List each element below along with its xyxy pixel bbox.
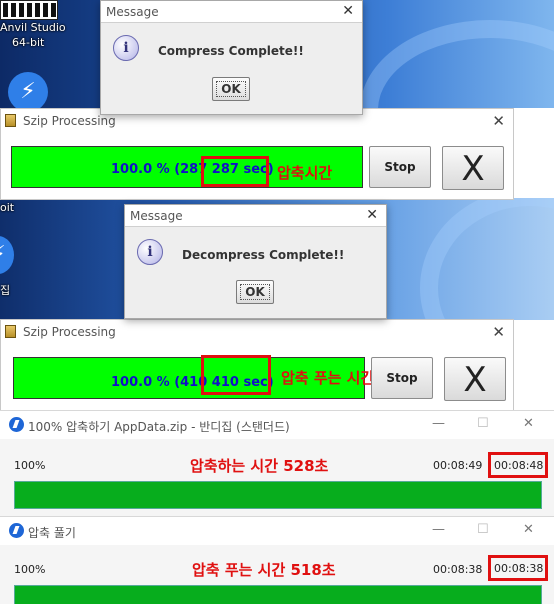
bandizip-extract-window: 압축 풀기 — ☐ ✕ 100% 압축 푸는 시간 518초 00:08:38 …: [0, 516, 554, 604]
remaining-time: 00:08:38: [494, 562, 544, 575]
message-dialog-compress: Message ✕ i Compress Complete!! OK: [100, 0, 363, 115]
maximize-icon[interactable]: ☐: [477, 522, 489, 537]
dialog-message: Decompress Complete!!: [182, 248, 345, 262]
dialog-titlebar[interactable]: Message ✕: [125, 205, 386, 227]
highlight-box: [201, 156, 269, 187]
dialog-title: Message: [130, 209, 183, 223]
bandizip-app-icon[interactable]: ⚡: [8, 72, 48, 108]
elapsed-time: 00:08:38: [433, 563, 483, 576]
szip-processing-window-compress: Szip Processing ✕ 100.0 % (287 287 sec) …: [0, 108, 514, 200]
stop-button[interactable]: Stop: [371, 357, 433, 399]
szip-processing-window-decompress: Szip Processing ✕ 100.0 % (410 410 sec) …: [0, 319, 514, 411]
percent-label: 100%: [14, 459, 46, 472]
window-title: Szip Processing: [23, 325, 116, 339]
message-dialog-decompress: Message ✕ i Decompress Complete!! OK: [124, 204, 387, 319]
desktop-icon-label: oit: [0, 201, 15, 214]
close-icon[interactable]: ✕: [342, 3, 354, 19]
close-icon[interactable]: ✕: [523, 416, 534, 431]
highlight-box: [201, 355, 271, 395]
window-title: Szip Processing: [23, 114, 116, 128]
annotation-label: 압축시간: [277, 164, 333, 182]
annotation-label: 압축하는 시간 528초: [190, 457, 329, 475]
percent-label: 100%: [14, 563, 46, 576]
minimize-icon[interactable]: —: [432, 416, 445, 431]
dialog-title: Message: [106, 5, 159, 19]
wallpaper-swirl: [420, 198, 554, 320]
ok-button[interactable]: OK: [236, 280, 274, 304]
window-titlebar[interactable]: 압축 풀기 — ☐ ✕: [0, 517, 554, 545]
dialog-titlebar[interactable]: Message ✕: [101, 1, 362, 23]
annotation-label: 압축 푸는 시간 518초: [192, 561, 336, 579]
window-titlebar[interactable]: 100% 압축하기 AppData.zip - 반디집 (스탠더드) — ☐ ✕: [0, 411, 554, 439]
ok-button[interactable]: OK: [212, 77, 250, 101]
wallpaper-swirl: [360, 20, 554, 108]
elapsed-time: 00:08:49: [433, 459, 483, 472]
close-icon[interactable]: ✕: [523, 522, 534, 537]
close-icon[interactable]: ✕: [492, 112, 505, 130]
information-icon: i: [137, 239, 163, 265]
information-icon: i: [113, 35, 139, 61]
remaining-time: 00:08:48: [494, 459, 544, 472]
szip-app-icon: [5, 325, 16, 338]
x-button[interactable]: X: [444, 357, 506, 401]
desktop-icon-label: 64-bit: [12, 36, 45, 49]
window-titlebar[interactable]: Szip Processing ✕: [1, 320, 513, 344]
progress-bar: [14, 481, 542, 509]
minimize-icon[interactable]: —: [432, 522, 445, 537]
bandizip-logo-icon: [9, 417, 24, 432]
anvil-studio-icon[interactable]: [0, 0, 58, 20]
bandizip-compress-window: 100% 압축하기 AppData.zip - 반디집 (스탠더드) — ☐ ✕…: [0, 410, 554, 516]
szip-app-icon: [5, 114, 16, 127]
bandizip-logo-icon: [9, 523, 24, 538]
desktop-icon-label: 집: [0, 284, 11, 297]
maximize-icon[interactable]: ☐: [477, 416, 489, 431]
annotation-label: 압축 푸는 시간: [281, 369, 375, 387]
window-title: 100% 압축하기 AppData.zip - 반디집 (스탠더드): [28, 420, 290, 434]
dialog-message: Compress Complete!!: [158, 44, 304, 58]
x-button[interactable]: X: [442, 146, 504, 190]
window-title: 압축 풀기: [28, 526, 76, 540]
stop-button[interactable]: Stop: [369, 146, 431, 188]
close-icon[interactable]: ✕: [492, 323, 505, 341]
progress-bar: [14, 585, 542, 604]
bandizip-app-icon[interactable]: ⚡: [0, 236, 14, 274]
close-icon[interactable]: ✕: [366, 207, 378, 223]
desktop-icon-label: Anvil Studio: [0, 21, 66, 34]
